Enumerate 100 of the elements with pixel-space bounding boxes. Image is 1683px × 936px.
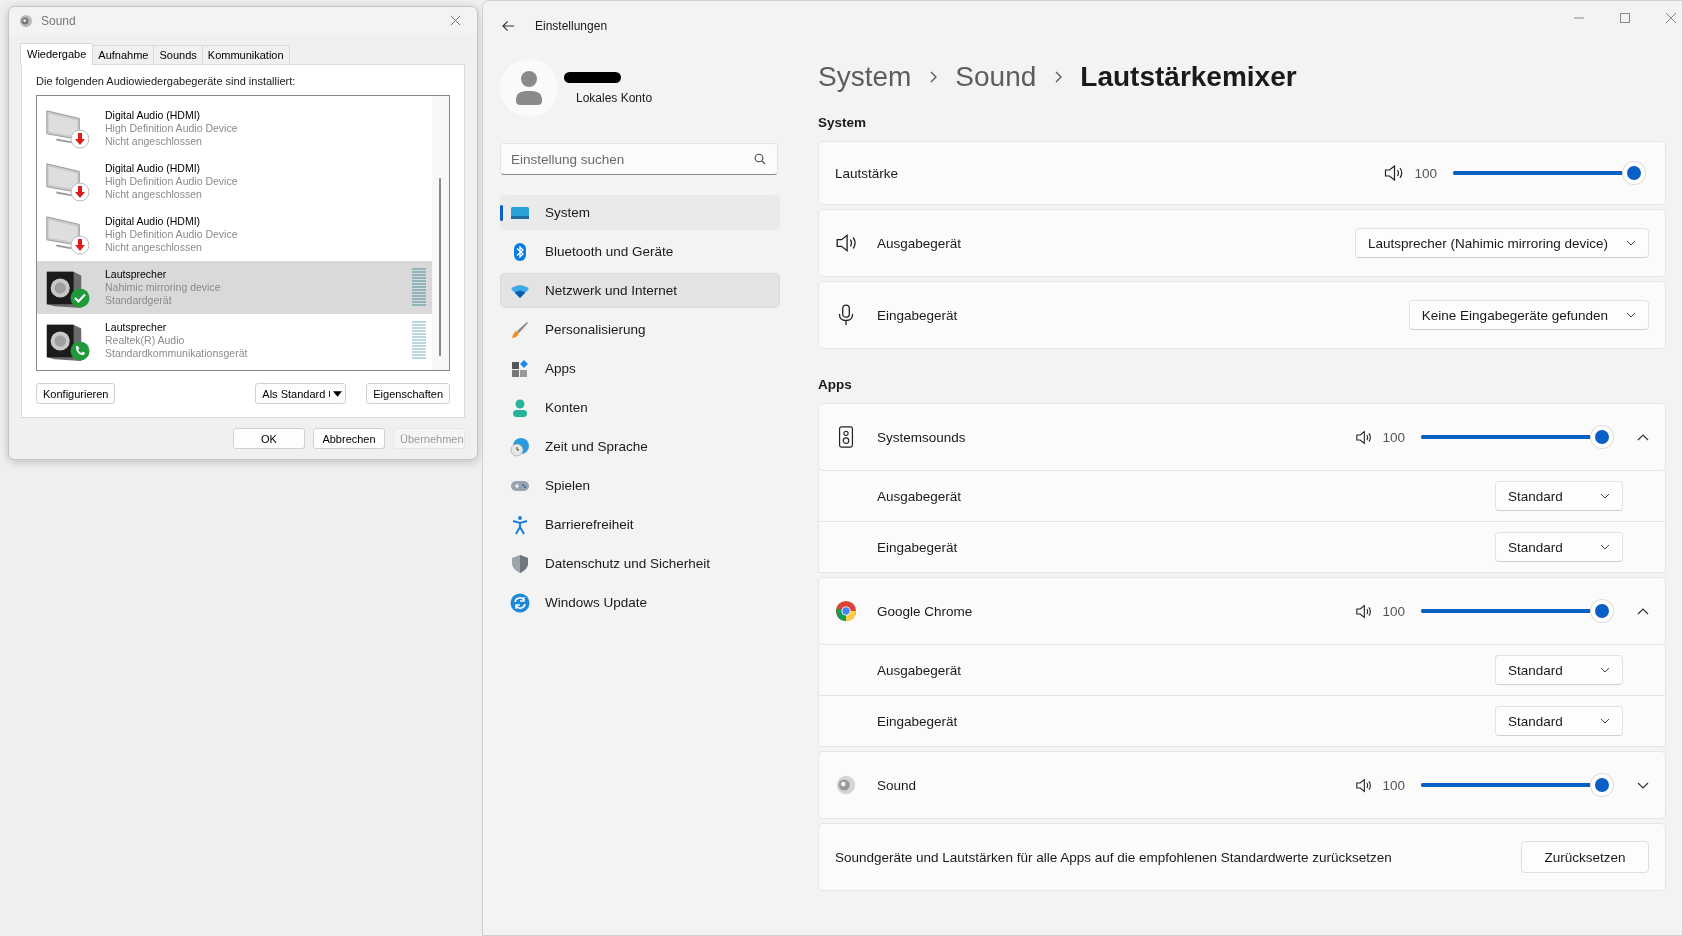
chevron-down-icon bbox=[1600, 667, 1610, 673]
speaker-icon bbox=[19, 13, 33, 28]
search-icon bbox=[754, 153, 766, 165]
brush-icon bbox=[510, 319, 530, 340]
volume-value: 100 bbox=[1414, 165, 1437, 181]
device-status: Nicht angeschlossen bbox=[105, 241, 203, 254]
globe-clock-icon bbox=[510, 436, 530, 457]
dropdown[interactable]: Standard bbox=[1495, 706, 1623, 736]
nav-item[interactable]: Zeit und Sprache bbox=[500, 429, 780, 464]
volume-slider[interactable] bbox=[1421, 426, 1613, 448]
setting-label: Eingabegerät bbox=[877, 713, 958, 729]
back-arrow-icon[interactable] bbox=[502, 20, 515, 32]
nav-item[interactable]: Netzwerk und Internet bbox=[500, 273, 780, 308]
avatar-icon bbox=[500, 59, 558, 117]
device-driver: High Definition Audio Device bbox=[105, 175, 239, 188]
volume-value: 100 bbox=[1382, 429, 1405, 445]
device-item[interactable]: Digital Audio (HDMI) High Definition Audio Device Nicht angeschlossen bbox=[37, 102, 432, 155]
chevron-right-icon bbox=[929, 71, 938, 83]
dialog-button[interactable]: OK bbox=[233, 428, 305, 449]
chevron-right-icon bbox=[1054, 71, 1063, 83]
down-arrow-badge-icon bbox=[70, 182, 90, 202]
volume-slider[interactable] bbox=[1453, 162, 1645, 184]
volume-icon bbox=[1355, 777, 1373, 793]
level-meter-icon bbox=[412, 320, 426, 361]
close-icon[interactable] bbox=[450, 15, 461, 26]
instruction-text: Die folgenden Audiowiedergabegeräte sind installiert: bbox=[36, 75, 297, 87]
device-item[interactable]: Lautsprecher Realtek(R) Audio Standardkommunikationsgerät bbox=[37, 314, 432, 367]
account-type: Lokales Konto bbox=[576, 90, 653, 105]
dialog-button[interactable]: Abbrechen bbox=[313, 428, 385, 449]
section-heading: System bbox=[818, 114, 868, 132]
dialog-button[interactable]: Konfigurieren bbox=[36, 383, 116, 404]
checkmark-badge-icon bbox=[70, 288, 90, 308]
tab[interactable]: Wiedergabe bbox=[20, 43, 94, 65]
setting-label: Ausgabegerät bbox=[877, 662, 962, 678]
breadcrumb-link[interactable]: System bbox=[818, 61, 912, 93]
device-name: Lautsprecher bbox=[105, 321, 168, 334]
nav-item[interactable]: Bluetooth und Geräte bbox=[500, 234, 780, 269]
device-driver: High Definition Audio Device bbox=[105, 122, 239, 135]
breadcrumb-link[interactable]: Sound bbox=[955, 61, 1037, 93]
volume-slider[interactable] bbox=[1421, 600, 1613, 622]
chevron-up-icon[interactable] bbox=[1637, 607, 1649, 615]
volume-icon bbox=[1355, 429, 1373, 445]
device-item[interactable]: Digital Audio (HDMI) High Definition Audio Device Nicht angeschlossen bbox=[37, 208, 432, 261]
device-item[interactable]: Lautsprecher Nahimic mirroring device Standardgerät bbox=[37, 261, 432, 314]
device-status: Standardkommunikationsgerät bbox=[105, 347, 249, 360]
maximize-icon[interactable] bbox=[1620, 13, 1630, 23]
apps-icon bbox=[510, 358, 530, 379]
volume-icon bbox=[1383, 164, 1405, 182]
nav-item[interactable]: Apps bbox=[500, 351, 780, 386]
device-status: Nicht angeschlossen bbox=[105, 188, 203, 201]
search-field[interactable]: Einstellung suchen bbox=[500, 143, 778, 175]
device-name: Lautsprecher bbox=[105, 268, 168, 281]
tab[interactable]: Kommunikation bbox=[201, 45, 290, 64]
dropdown[interactable]: Standard bbox=[1495, 655, 1623, 685]
app-name: Systemsounds bbox=[877, 429, 966, 445]
redaction-bar bbox=[564, 71, 621, 83]
nav-item[interactable]: System bbox=[500, 195, 780, 230]
nav-item[interactable]: Personalisierung bbox=[500, 312, 780, 347]
dialog-button[interactable]: Eigenschaften bbox=[366, 383, 450, 404]
volume-value: 100 bbox=[1382, 603, 1405, 619]
device-driver: Nahimic mirroring device bbox=[105, 281, 222, 294]
chevron-down-icon bbox=[1600, 718, 1610, 724]
speaker-icon bbox=[835, 774, 857, 796]
nav-item[interactable]: Spielen bbox=[500, 468, 780, 503]
down-arrow-badge-icon bbox=[70, 235, 90, 255]
volume-icon bbox=[1355, 603, 1373, 619]
nav-item[interactable]: Konten bbox=[500, 390, 780, 425]
chevron-down-icon bbox=[1626, 312, 1636, 318]
scrollbar-thumb[interactable] bbox=[439, 178, 441, 356]
dropdown[interactable]: Standard bbox=[1495, 532, 1623, 562]
device-item[interactable]: Digital Audio (HDMI) High Definition Audio Device Nicht angeschlossen bbox=[37, 155, 432, 208]
close-icon[interactable] bbox=[1666, 13, 1676, 23]
caret-icon[interactable] bbox=[329, 390, 343, 397]
chevron-down-icon bbox=[1600, 493, 1610, 499]
setting-label: Ausgabegerät bbox=[877, 235, 962, 251]
device-name: Digital Audio (HDMI) bbox=[105, 215, 202, 228]
split-button[interactable]: Als Standard bbox=[255, 383, 347, 404]
device-driver: Realtek(R) Audio bbox=[105, 334, 186, 347]
volume-icon bbox=[835, 232, 857, 254]
window-title: Sound bbox=[41, 13, 76, 28]
chevron-up-icon[interactable] bbox=[1637, 433, 1649, 441]
reset-button[interactable]: Zurücksetzen bbox=[1521, 841, 1649, 873]
nav-item[interactable]: Datenschutz und Sicherheit bbox=[500, 546, 780, 581]
down-arrow-badge-icon bbox=[70, 129, 90, 149]
shield-icon bbox=[510, 553, 530, 574]
nav-item[interactable]: Windows Update bbox=[500, 585, 780, 620]
level-meter-icon bbox=[412, 267, 426, 308]
device-status: Standardgerät bbox=[105, 294, 173, 307]
dropdown[interactable]: Standard bbox=[1495, 481, 1623, 511]
chevron-down-icon bbox=[1626, 240, 1636, 246]
chevron-down-icon[interactable] bbox=[1637, 781, 1649, 789]
dropdown[interactable]: Lautsprecher (Nahimic mirroring device) bbox=[1354, 228, 1649, 258]
setting-label: Lautstärke bbox=[835, 165, 899, 181]
dropdown[interactable]: Keine Eingabegeräte gefunden bbox=[1408, 300, 1649, 330]
volume-slider[interactable] bbox=[1421, 774, 1613, 796]
person-icon bbox=[510, 397, 530, 418]
nav-item[interactable]: Barrierefreiheit bbox=[500, 507, 780, 542]
device-status: Nicht angeschlossen bbox=[105, 135, 203, 148]
section-heading: Apps bbox=[818, 376, 853, 394]
reset-description: Soundgeräte und Lautstärken für alle Apps auf die empfohlenen Standardwerte zurücksetzen bbox=[835, 849, 1392, 865]
